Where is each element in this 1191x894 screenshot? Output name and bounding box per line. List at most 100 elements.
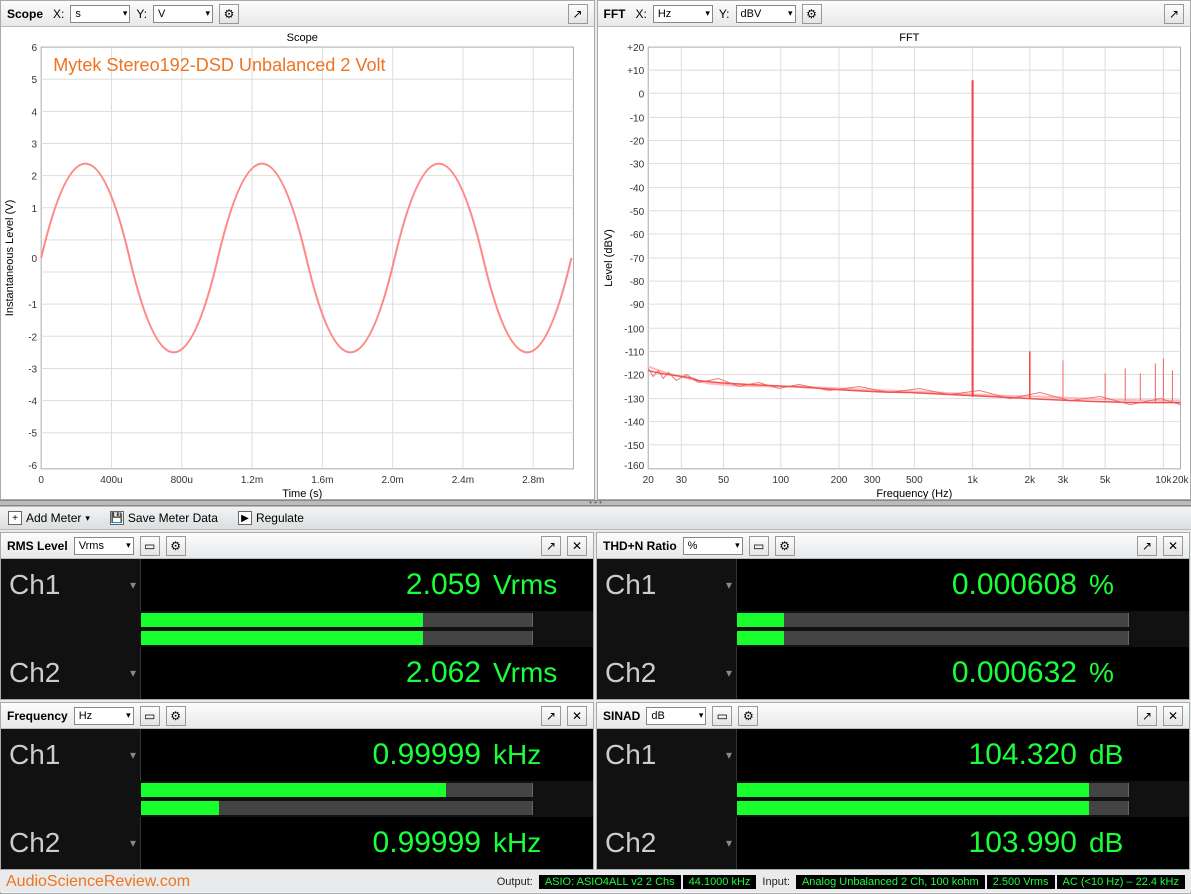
rms-ch2-unit: Vrms [493,657,593,689]
svg-text:800u: 800u [171,475,193,486]
sinad-ch2-value: 103.990 [737,826,1089,860]
thdn-unit-select[interactable]: % [683,537,743,555]
input-bandwidth[interactable]: AC (<10 Hz) – 22.4 kHz [1057,875,1185,889]
sinad-ch2-label[interactable]: Ch2▾ [597,817,737,869]
display-icon[interactable]: ▭ [140,706,160,726]
gear-icon[interactable] [738,706,758,726]
gear-icon[interactable] [802,4,822,24]
svg-text:2.0m: 2.0m [381,475,403,486]
popout-icon[interactable] [1137,706,1157,726]
svg-text:-40: -40 [629,184,644,195]
input-device[interactable]: Analog Unbalanced 2 Ch, 100 kohm [796,875,985,889]
fft-y-unit-select[interactable]: dBV [736,5,796,23]
close-icon[interactable]: ✕ [567,706,587,726]
close-icon[interactable]: ✕ [1163,536,1183,556]
svg-text:400u: 400u [100,475,122,486]
rms-ch1-label[interactable]: Ch1▾ [1,559,141,611]
gear-icon[interactable] [166,536,186,556]
rms-ch2-label[interactable]: Ch2▾ [1,647,141,699]
chevron-down-icon[interactable]: ▾ [130,836,136,850]
popout-icon[interactable] [1164,4,1184,24]
brand-watermark: AudioScienceReview.com [6,873,190,891]
svg-text:10k: 10k [1155,475,1172,486]
chevron-down-icon[interactable]: ▾ [726,836,732,850]
gear-icon[interactable] [775,536,795,556]
sinad-ch1-label[interactable]: Ch1▾ [597,729,737,781]
regulate-button[interactable]: ▶Regulate [234,510,308,526]
sinad-unit-select[interactable]: dB [646,707,706,725]
save-meter-data-button[interactable]: 💾Save Meter Data [106,510,222,526]
rms-ch2-value: 2.062 [141,656,493,690]
thdn-ch2-value: 0.000632 [737,656,1089,690]
svg-text:-120: -120 [624,370,644,381]
freq-ch2-label[interactable]: Ch2▾ [1,817,141,869]
sinad-ch2-row: Ch2▾ 103.990 dB [597,817,1189,869]
chevron-down-icon[interactable]: ▾ [726,578,732,592]
svg-text:-90: -90 [629,300,644,311]
svg-text:1.6m: 1.6m [311,475,333,486]
rms-meter-header: RMS Level Vrms ▭ ✕ [1,533,593,559]
popout-icon[interactable] [568,4,588,24]
display-icon[interactable]: ▭ [140,536,160,556]
freq-ch1-label[interactable]: Ch1▾ [1,729,141,781]
rms-unit-select[interactable]: Vrms [74,537,134,555]
close-icon[interactable]: ✕ [567,536,587,556]
rms-ch2-row: Ch2▾ 2.062 Vrms [1,647,593,699]
close-icon[interactable]: ✕ [1163,706,1183,726]
fft-x-axis-label: Frequency (Hz) [876,488,952,499]
sinad-meter-header: SINAD dB ▭ ✕ [597,703,1189,729]
scope-x-unit-select[interactable]: s [70,5,130,23]
chevron-down-icon[interactable]: ▾ [130,666,136,680]
fft-plot-area[interactable]: FFT [598,27,1191,499]
fft-x-unit-select[interactable]: Hz [653,5,713,23]
chevron-down-icon[interactable]: ▾ [130,748,136,762]
svg-text:0: 0 [38,475,44,486]
gear-icon[interactable] [166,706,186,726]
svg-text:-160: -160 [624,461,644,472]
popout-icon[interactable] [541,536,561,556]
meter-toolbar: +Add Meter ▾ 💾Save Meter Data ▶Regulate [0,506,1191,530]
popout-icon[interactable] [541,706,561,726]
gear-icon[interactable] [219,4,239,24]
svg-text:-3: -3 [28,364,37,375]
input-range[interactable]: 2.500 Vrms [987,875,1055,889]
svg-text:-110: -110 [624,347,644,358]
svg-text:0: 0 [32,254,38,265]
svg-text:500: 500 [905,475,922,486]
svg-text:-150: -150 [624,441,644,452]
rms-ch1-value: 2.059 [141,568,493,602]
chevron-down-icon[interactable]: ▾ [130,578,136,592]
freq-ch2-unit: kHz [493,827,593,859]
fft-x-label: X: [636,7,647,21]
fft-title: FFT [604,7,626,21]
freq-title: Frequency [7,709,68,723]
thdn-ch1-label[interactable]: Ch1▾ [597,559,737,611]
chevron-down-icon[interactable]: ▾ [726,748,732,762]
svg-text:1: 1 [32,204,38,215]
popout-icon[interactable] [1137,536,1157,556]
thdn-ch2-unit: % [1089,657,1189,689]
chevron-down-icon[interactable]: ▾ [726,666,732,680]
svg-text:-2: -2 [28,332,37,343]
scope-y-unit-select[interactable]: V [153,5,213,23]
add-meter-button[interactable]: +Add Meter ▾ [4,510,94,526]
freq-unit-select[interactable]: Hz [74,707,134,725]
output-device[interactable]: ASIO: ASIO4ALL v2 2 Chs [539,875,681,889]
svg-text:-6: -6 [28,461,37,472]
thdn-title: THD+N Ratio [603,539,677,553]
svg-text:-1: -1 [28,300,37,311]
svg-text:1k: 1k [967,475,979,486]
svg-text:-60: -60 [629,230,644,241]
svg-text:20: 20 [642,475,654,486]
display-icon[interactable]: ▭ [749,536,769,556]
rms-ch1-unit: Vrms [493,569,593,601]
svg-text:100: 100 [772,475,789,486]
freq-ch1-unit: kHz [493,739,593,771]
display-icon[interactable]: ▭ [712,706,732,726]
svg-text:2: 2 [32,172,38,183]
scope-plot-area[interactable]: Scope 6543210-1-2-3-4-5-6 0400u800u1.2m1… [1,27,594,499]
svg-text:+20: +20 [627,43,644,54]
thdn-ch2-label[interactable]: Ch2▾ [597,647,737,699]
output-rate[interactable]: 44.1000 kHz [683,875,757,889]
freq-ch1-row: Ch1▾ 0.99999 kHz [1,729,593,781]
